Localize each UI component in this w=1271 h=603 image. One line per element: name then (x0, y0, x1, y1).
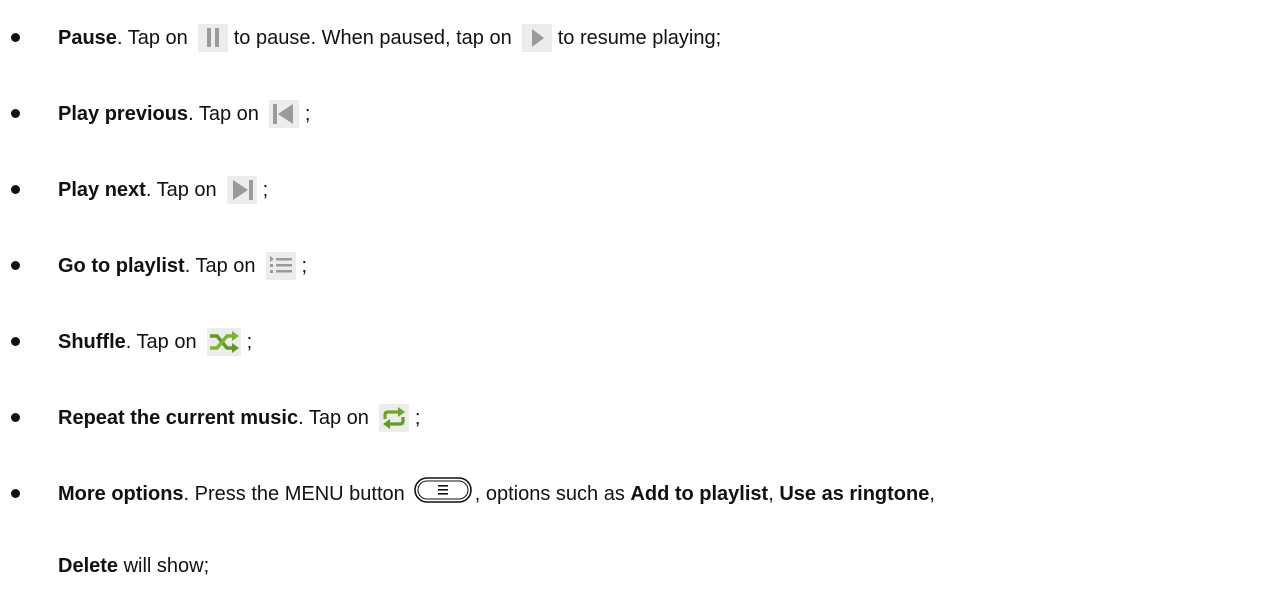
list-item-text: Shuffle . Tap on ; (58, 328, 252, 356)
option-delete: Delete (58, 555, 119, 577)
item-title: Shuffle (58, 331, 126, 353)
list-item-play-previous: Play previous . Tap on ; (0, 94, 1271, 140)
next-icon (226, 176, 257, 204)
item-text: to resume playing; (557, 27, 722, 49)
item-text: will show; (123, 555, 210, 577)
bullet (11, 413, 20, 422)
item-text: ; (301, 255, 308, 277)
option-use-as-ringtone: Use as ringtone (779, 483, 930, 505)
item-title: Repeat the current music (58, 407, 299, 429)
bullet (11, 337, 20, 346)
list-item-continuation: Delete will show; (58, 552, 209, 580)
list-item-repeat: Repeat the current music . Tap on ; (0, 398, 1271, 444)
item-title: Play next (58, 179, 146, 201)
play-icon (521, 24, 552, 52)
option-add-to-playlist: Add to playlist (630, 483, 769, 505)
playlist-icon (265, 252, 296, 280)
previous-icon (268, 100, 299, 128)
shuffle-icon (206, 328, 241, 356)
list-item-text: More options . Press the MENU button , o… (58, 477, 935, 508)
item-text: . Tap on (145, 179, 217, 201)
separator: , (929, 483, 935, 505)
list-item-text: Go to playlist . Tap on ; (58, 252, 307, 280)
menu-button-icon (413, 476, 473, 504)
pause-icon (197, 24, 228, 52)
item-text: ; (414, 407, 421, 429)
item-text: . Tap on (116, 27, 188, 49)
item-text: to pause. When paused, tap on (233, 27, 512, 49)
item-text: ; (246, 331, 253, 353)
item-title: More options (58, 483, 184, 505)
bullet (11, 185, 20, 194)
bullet (11, 261, 20, 270)
list-item-shuffle: Shuffle . Tap on ; (0, 322, 1271, 368)
list-item-text: Repeat the current music . Tap on ; (58, 404, 420, 432)
item-text: , options such as (474, 483, 625, 505)
item-text: . Tap on (188, 103, 259, 125)
item-title: Pause (58, 27, 117, 49)
bullet (11, 33, 20, 42)
list-item-text: Play previous . Tap on ; (58, 100, 310, 128)
list-item-play-next: Play next . Tap on ; (0, 170, 1271, 216)
list-item-go-to-playlist: Go to playlist . Tap on ; (0, 246, 1271, 292)
item-title: Go to playlist (58, 255, 185, 277)
list-item-pause: Pause . Tap on to pause. When paused, ta… (0, 18, 1271, 64)
item-text: ; (262, 179, 269, 201)
list-item-more-options: More options . Press the MENU button , o… (0, 474, 1271, 520)
item-title: Play previous (58, 103, 189, 125)
bullet (11, 109, 20, 118)
item-text: ; (304, 103, 311, 125)
list-item-text: Pause . Tap on to pause. When paused, ta… (58, 24, 721, 52)
item-text: . Tap on (125, 331, 197, 353)
item-text: . Press the MENU button (183, 483, 405, 505)
bullet (11, 489, 20, 498)
item-text: . Tap on (184, 255, 256, 277)
list-item-text: Play next . Tap on ; (58, 176, 268, 204)
separator: , (768, 483, 774, 505)
item-text: . Tap on (298, 407, 369, 429)
repeat-icon (378, 404, 409, 432)
